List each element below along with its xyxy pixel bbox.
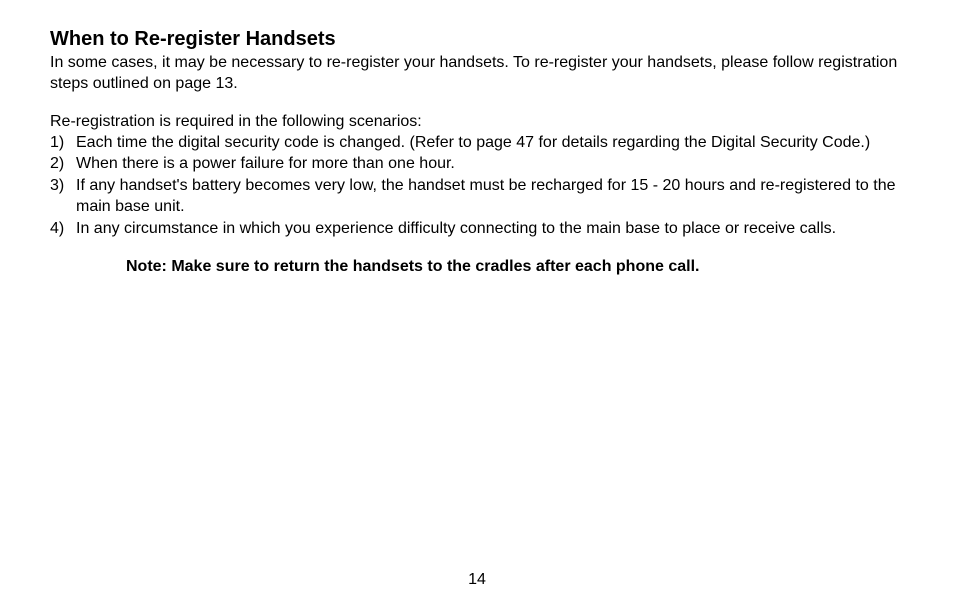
list-text: In any circumstance in which you experie… bbox=[76, 219, 904, 240]
intro-paragraph: In some cases, it may be necessary to re… bbox=[50, 53, 904, 95]
list-item: 1) Each time the digital security code i… bbox=[50, 133, 904, 154]
list-number: 4) bbox=[50, 219, 76, 240]
page-number: 14 bbox=[0, 571, 954, 589]
list-item: 4) In any circumstance in which you expe… bbox=[50, 219, 904, 240]
list-text: If any handset's battery becomes very lo… bbox=[76, 176, 904, 218]
list-item: 2) When there is a power failure for mor… bbox=[50, 154, 904, 175]
list-number: 3) bbox=[50, 176, 76, 197]
note-text: Note: Make sure to return the handsets t… bbox=[126, 258, 904, 276]
list-number: 2) bbox=[50, 154, 76, 175]
section-heading: When to Re-register Handsets bbox=[50, 28, 904, 51]
scenarios-lead: Re-registration is required in the follo… bbox=[50, 113, 904, 131]
page-content: When to Re-register Handsets In some cas… bbox=[0, 0, 954, 276]
list-number: 1) bbox=[50, 133, 76, 154]
list-text: Each time the digital security code is c… bbox=[76, 133, 904, 154]
list-item: 3) If any handset's battery becomes very… bbox=[50, 176, 904, 218]
scenarios-list: 1) Each time the digital security code i… bbox=[50, 133, 904, 240]
list-text: When there is a power failure for more t… bbox=[76, 154, 904, 175]
